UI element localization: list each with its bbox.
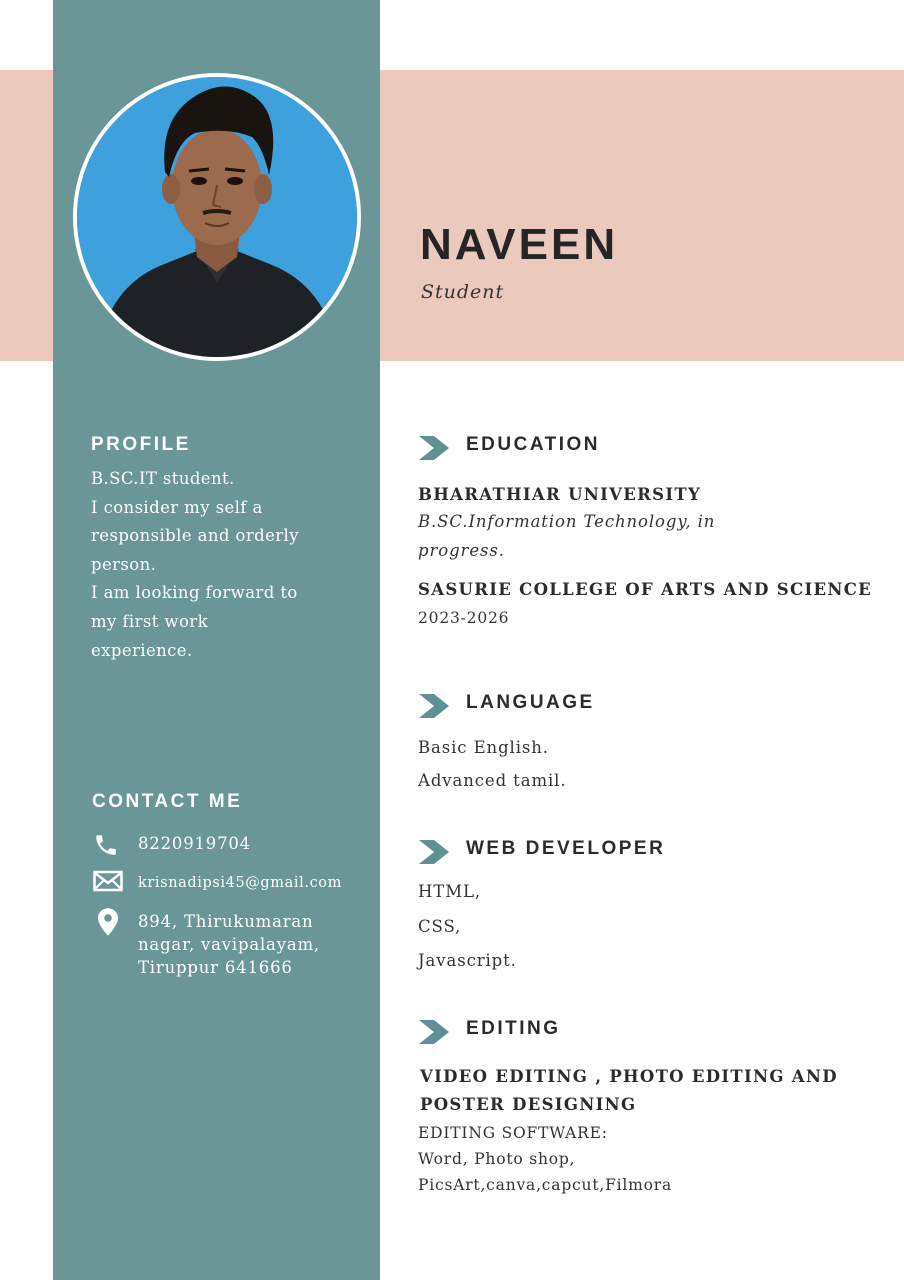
editing-software-item: Word, Photo shop,	[418, 1150, 576, 1168]
chevron-right-icon	[418, 694, 450, 722]
profile-line: responsible and orderly	[91, 526, 299, 546]
chevron-right-icon	[418, 436, 450, 464]
candidate-name: NAVEEN	[420, 220, 619, 269]
profile-heading: PROFILE	[91, 434, 191, 455]
email-address: krisnadipsi45@gmail.com	[138, 875, 342, 891]
profile-line: my first work	[91, 611, 208, 631]
profile-photo	[73, 73, 361, 361]
web-developer-heading: WEB DEVELOPER	[466, 838, 666, 859]
phone-icon	[93, 832, 125, 862]
profile-line: experience.	[91, 640, 193, 660]
contact-heading: CONTACT ME	[92, 791, 243, 812]
language-item: Basic English.	[418, 738, 549, 757]
editing-heading: EDITING	[466, 1018, 561, 1039]
address-line: 894, Thirukumaran	[138, 912, 314, 931]
chevron-right-icon	[418, 1020, 450, 1048]
education-institution: BHARATHIAR UNIVERSITY	[418, 485, 702, 504]
address-line: nagar, vavipalayam,	[138, 935, 320, 954]
web-skill-item: Javascript.	[418, 951, 517, 970]
education-institution: SASURIE COLLEGE OF ARTS AND SCIENCE	[418, 580, 873, 599]
editing-title: VIDEO EDITING , PHOTO EDITING AND	[420, 1067, 838, 1086]
profile-line: I am looking forward to	[91, 583, 298, 603]
chevron-right-icon	[418, 840, 450, 868]
education-years: 2023-2026	[418, 609, 510, 627]
address-line: Tiruppur 641666	[138, 958, 293, 977]
editing-software-item: PicsArt,canva,capcut,Filmora	[418, 1176, 673, 1194]
language-item: Advanced tamil.	[418, 771, 567, 790]
education-detail: progress.	[418, 541, 505, 560]
web-skill-item: CSS,	[418, 917, 462, 936]
envelope-icon	[93, 870, 125, 900]
education-detail: B.SC.Information Technology, in	[418, 512, 716, 531]
phone-number: 8220919704	[138, 834, 251, 853]
candidate-title: Student	[421, 281, 505, 303]
editing-title: POSTER DESIGNING	[420, 1095, 637, 1114]
profile-line: B.SC.IT student.	[91, 469, 235, 488]
editing-software-label: EDITING SOFTWARE:	[418, 1124, 608, 1142]
map-pin-icon	[93, 907, 125, 937]
profile-line: person.	[91, 554, 157, 574]
education-heading: EDUCATION	[466, 434, 601, 455]
language-heading: LANGUAGE	[466, 692, 595, 713]
profile-line: I consider my self a	[91, 497, 263, 517]
web-skill-item: HTML,	[418, 882, 481, 901]
profile-summary: B.SC.IT student. I consider my self a re…	[91, 465, 341, 665]
